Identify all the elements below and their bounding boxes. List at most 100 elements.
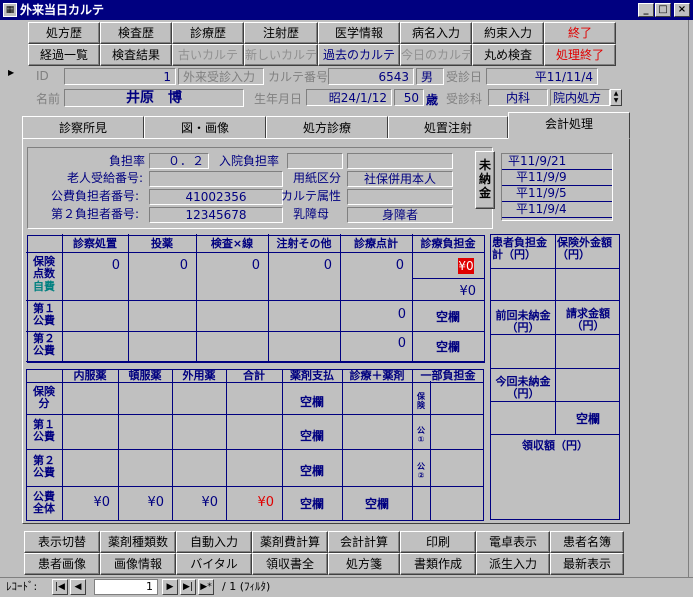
pub2-pay-value[interactable]: 空欄 (282, 462, 342, 479)
toolbar-button-1-6[interactable]: 病名入力 (400, 22, 472, 44)
spin-icon[interactable]: ▲ ▼ (610, 89, 622, 106)
burden-rate-field[interactable]: ０．２ (149, 153, 209, 169)
bottom-button-1-4[interactable]: 薬剤費計算 (252, 531, 328, 553)
row-pub2-label: 第２公費 (33, 332, 55, 357)
self-pay-value[interactable]: ¥0 (414, 284, 476, 299)
insurance-point-value[interactable]: 0 (128, 258, 188, 273)
toolbar-button-1-5[interactable]: 医学情報 (318, 22, 400, 44)
total-drug-value[interactable]: ¥0 (226, 495, 274, 510)
infant-field[interactable]: 身障者 (347, 207, 453, 223)
pub2-points[interactable]: 0 (342, 336, 406, 351)
total-pay-value[interactable]: 空欄 (282, 495, 342, 512)
row-ins-label: 保険分 (33, 385, 55, 410)
bottom-button-2-8[interactable]: 最新表示 (550, 553, 624, 575)
total-drug-value[interactable]: ¥0 (62, 495, 110, 510)
elderly-field[interactable] (149, 171, 283, 187)
minimize-button[interactable]: _ (638, 3, 654, 17)
grid-icon[interactable]: ▦ (3, 3, 17, 17)
unpaid-date-item[interactable]: 平11/9/4 (502, 202, 612, 218)
unpaid-date-item[interactable]: 平11/9/21 (502, 154, 612, 170)
new-record-icon[interactable]: ▶* (198, 579, 214, 595)
toolbar-button-2-3[interactable]: 古いカルテ (172, 44, 244, 66)
public-payer-field[interactable]: 41002356 (149, 189, 283, 205)
bottom-button-2-2[interactable]: 画像情報 (100, 553, 176, 575)
bottom-button-2-5[interactable]: 処方箋 (328, 553, 400, 575)
dept-field[interactable]: 内科 (488, 89, 548, 106)
total-plus-value[interactable]: 空欄 (342, 495, 412, 512)
next-record-icon[interactable]: ▶ (162, 579, 178, 595)
unpaid-date-item[interactable]: 平11/9/5 (502, 186, 612, 202)
toolbar-button-2-5[interactable]: 過去のカルテ (318, 44, 400, 66)
first-record-icon[interactable]: |◀ (52, 579, 68, 595)
bottom-button-1-1[interactable]: 表示切替 (24, 531, 100, 553)
birth-date-field[interactable]: 昭24/1/12 (306, 89, 392, 106)
previous-record-icon[interactable]: ◀ (70, 579, 86, 595)
total-drug-value[interactable]: ¥0 (172, 495, 218, 510)
chart-attr-field[interactable] (347, 189, 453, 205)
side-pub1-label: 公① (417, 426, 425, 444)
bottom-button-2-3[interactable]: バイタル (176, 553, 252, 575)
burden-value[interactable]: ¥0 (458, 258, 474, 274)
record-number-input[interactable]: 1 (94, 579, 158, 595)
table1-hline (26, 361, 484, 362)
age-field[interactable]: 50 (394, 89, 424, 106)
pub2-burden[interactable]: 空欄 (412, 338, 484, 355)
tab-5[interactable]: 会計処理 (508, 112, 630, 139)
visit-type-field[interactable]: 外来受診入力 (178, 68, 264, 85)
pub1-burden[interactable]: 空欄 (412, 308, 484, 325)
maximize-button[interactable]: □ (655, 3, 671, 17)
toolbar-button-2-6[interactable]: 今日のカルテ (400, 44, 472, 66)
toolbar-button-2-2[interactable]: 検査結果 (100, 44, 172, 66)
toolbar-button-1-8[interactable]: 終了 (544, 22, 616, 44)
pub1-points[interactable]: 0 (342, 307, 406, 322)
bottom-button-2-1[interactable]: 患者画像 (24, 553, 100, 575)
last-record-icon[interactable]: ▶| (180, 579, 196, 595)
table2-hline (26, 414, 484, 415)
unpaid-date-list[interactable]: 平11/9/21 平11/9/9 平11/9/5 平11/9/4 (501, 153, 613, 221)
close-button[interactable]: × (674, 3, 690, 17)
toolbar-button-1-2[interactable]: 検査歴 (100, 22, 172, 44)
toolbar-button-1-1[interactable]: 処方歴 (28, 22, 100, 44)
paper-field[interactable]: 社保併用本人 (347, 171, 453, 187)
insurance-point-value[interactable]: 0 (340, 258, 404, 273)
bottom-button-2-6[interactable]: 書類作成 (400, 553, 476, 575)
tab-1[interactable]: 診察所見 (22, 116, 144, 139)
unpaid-date-item[interactable]: 平11/9/9 (502, 170, 612, 186)
extra-rate-field[interactable] (347, 153, 453, 169)
toolbar-button-1-3[interactable]: 診療歴 (172, 22, 244, 44)
toolbar-button-1-4[interactable]: 注射歴 (244, 22, 318, 44)
inpatient-rate-field[interactable] (287, 153, 343, 169)
tab-4[interactable]: 処置注射 (388, 116, 508, 139)
bottom-button-2-7[interactable]: 派生入力 (476, 553, 550, 575)
toolbar-button-2-1[interactable]: 経過一覧 (28, 44, 100, 66)
insurance-point-value[interactable]: 0 (196, 258, 260, 273)
total-drug-value[interactable]: ¥0 (118, 495, 164, 510)
toolbar-button-1-7[interactable]: 約束入力 (472, 22, 544, 44)
patient-name-field[interactable]: 井原 博 (64, 89, 244, 107)
chart-number-field[interactable]: 6543 (328, 68, 414, 85)
bottom-button-1-6[interactable]: 印刷 (400, 531, 476, 553)
bottom-button-2-4[interactable]: 領収書全 (252, 553, 328, 575)
bottom-button-1-3[interactable]: 自動入力 (176, 531, 252, 553)
tab-3[interactable]: 処方診療 (266, 116, 388, 139)
insurance-point-value[interactable]: 0 (62, 258, 120, 273)
tab-2[interactable]: 図・画像 (144, 116, 266, 139)
bottom-button-1-7[interactable]: 電卓表示 (476, 531, 550, 553)
toolbar-button-2-7[interactable]: 丸め検査 (472, 44, 544, 66)
bottom-button-1-2[interactable]: 薬剤種類数 (100, 531, 176, 553)
pub1-pay-value[interactable]: 空欄 (282, 427, 342, 444)
bottom-button-1-5[interactable]: 会計計算 (328, 531, 400, 553)
toolbar-button-2-4[interactable]: 新しいカルテ (244, 44, 318, 66)
unpaid-button[interactable]: 未納金 (475, 151, 495, 209)
insurance-point-value[interactable]: 0 (268, 258, 332, 273)
visit-date-field[interactable]: 平11/11/4 (486, 68, 598, 85)
ins-pay-value[interactable]: 空欄 (282, 393, 342, 410)
prescription-field[interactable]: 院内処方 (550, 89, 610, 106)
today-unpaid-value[interactable]: 空欄 (557, 410, 619, 427)
sex-field[interactable]: 男 (416, 68, 444, 85)
second-payer-field[interactable]: 12345678 (149, 207, 283, 223)
patient-header: ID 1 外来受診入力 カルテ番号 6543 男 受診日 平11/11/4 名前… (22, 64, 632, 112)
bottom-button-1-8[interactable]: 患者名簿 (550, 531, 624, 553)
id-field[interactable]: 1 (64, 68, 176, 85)
toolbar-button-2-8[interactable]: 処理終了 (544, 44, 616, 66)
